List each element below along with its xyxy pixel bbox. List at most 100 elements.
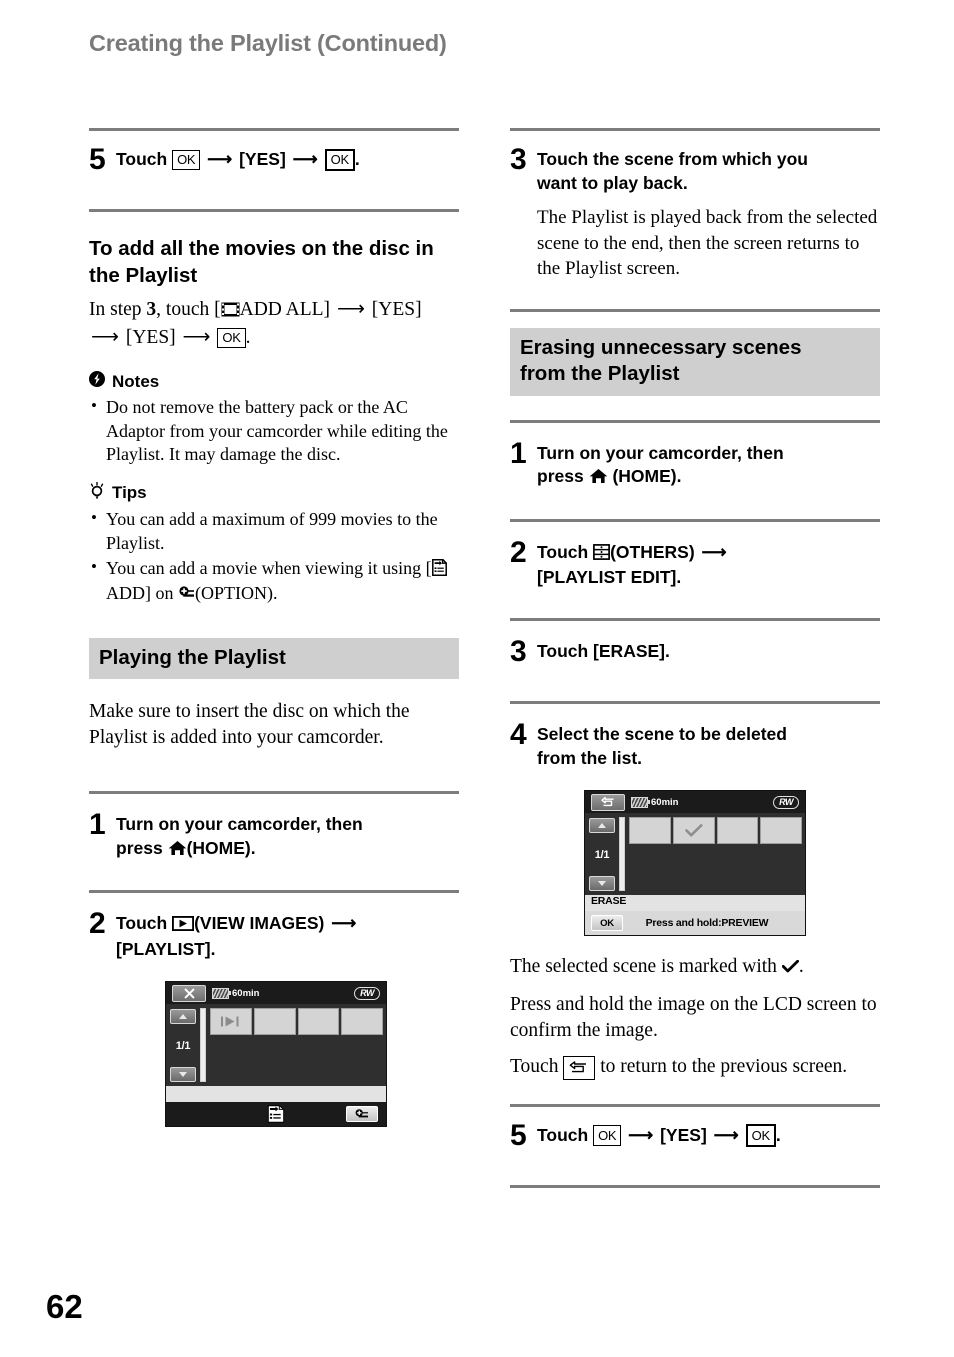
battery-time: 60min	[232, 987, 260, 999]
scroll-up-button[interactable]	[170, 1009, 196, 1025]
thumbnail-3[interactable]	[716, 817, 759, 845]
playlist-edit-label: [PLAYLIST EDIT].	[537, 567, 682, 588]
check-icon	[781, 956, 799, 982]
battery-icon	[212, 987, 231, 999]
section-heading-line-2: from the Playlist	[520, 362, 680, 386]
yes-label: [YES]	[371, 299, 422, 321]
film-strip-icon	[221, 299, 240, 325]
add-all-label: ADD ALL]	[239, 299, 331, 321]
scroll-up-button[interactable]	[589, 818, 615, 834]
period: .	[245, 327, 251, 349]
battery-indicator: 60min	[212, 987, 260, 999]
thumbnail-2-selected[interactable]	[672, 817, 715, 845]
step-number: 3	[510, 143, 527, 176]
erase-mode-label: ERASE	[591, 895, 627, 908]
tips-heading: Tips	[89, 482, 459, 504]
note-period: .	[798, 956, 804, 978]
close-icon[interactable]	[172, 984, 206, 1002]
step-line-1: Touch the scene from which you	[537, 149, 808, 169]
page-number: 62	[46, 1288, 83, 1325]
list-item: Do not remove the battery pack or the AC…	[89, 395, 459, 466]
thumbnail-3[interactable]	[297, 1008, 340, 1036]
left-column: 5 Touch OK ⟶ [YES] ⟶ OK. To add all the …	[89, 128, 459, 1128]
thumbnail-4[interactable]	[760, 817, 802, 845]
tips-label: Tips	[112, 483, 147, 503]
note-text: The selected scene is marked with	[510, 956, 782, 978]
option-icon	[178, 584, 195, 607]
option-button[interactable]	[346, 1106, 378, 1123]
step-line-2-post: (HOME).	[186, 837, 256, 858]
thumbnail-4[interactable]	[341, 1008, 383, 1036]
ok-button-icon: OK	[172, 149, 201, 170]
step-text: Touch (OTHERS) ⟶ [PLAYLIST EDIT].	[537, 536, 729, 590]
scrollbar[interactable]	[619, 817, 625, 892]
tip-text-add: ADD] on	[106, 583, 178, 604]
lcd-nav-column: 1/1	[166, 1008, 200, 1086]
playlist-icon[interactable]	[267, 1105, 285, 1124]
step-4-select-scene: 4 Select the scene to be deleted from th…	[510, 718, 880, 770]
notes-list: Do not remove the battery pack or the AC…	[89, 395, 459, 466]
subsection-heading: To add all the movies on the disc in the…	[89, 237, 434, 287]
step-number: 1	[510, 436, 527, 470]
step-number: 2	[89, 907, 106, 941]
lcd-screen-playlist: 60min RW 1/1	[165, 981, 387, 1128]
yes-label: [YES]	[125, 327, 176, 349]
return-button-icon	[563, 1056, 596, 1080]
lcd-nav-column: 1/1	[585, 817, 619, 895]
battery-time: 60min	[651, 796, 679, 808]
ok-button[interactable]: OK	[591, 915, 623, 932]
page-title: Creating the Playlist (Continued)	[89, 30, 447, 56]
section-heading-erasing-scenes: Erasing unnecessary scenes from the Play…	[510, 328, 880, 396]
return-icon[interactable]	[591, 793, 625, 811]
in-step-text: In step	[89, 299, 147, 321]
lcd-illustration-wrapper-left: 60min RW 1/1	[89, 981, 459, 1128]
home-icon	[589, 467, 608, 491]
scroll-down-button[interactable]	[170, 1067, 196, 1083]
lcd-thumbnail-area: 1/1	[585, 813, 805, 895]
step-text: Turn on your camcorder, then press (HOME…	[116, 808, 363, 862]
lcd-bottom-bar	[166, 1102, 386, 1127]
step-3-touch-scene: 3 Touch the scene from which you want to…	[510, 143, 880, 195]
add-movie-icon	[431, 559, 447, 582]
step-line-2-pre: press	[537, 466, 589, 487]
thumbnail-2[interactable]	[253, 1008, 296, 1036]
step-text: Touch the scene from which you want to p…	[537, 143, 808, 195]
tip-text-pre: You can add a movie when viewing it usin…	[106, 558, 432, 579]
thumbnail-row	[629, 817, 805, 895]
thumbnail-1[interactable]	[629, 817, 671, 845]
step-number: 4	[510, 718, 527, 752]
yes-label: [YES]	[239, 149, 286, 169]
arrow-icon: ⟶	[628, 1124, 654, 1145]
list-item: You can add a maximum of 999 movies to t…	[89, 507, 459, 555]
step-1-turn-on-camcorder: 1 Turn on your camcorder, then press (HO…	[89, 808, 459, 862]
home-icon	[168, 839, 187, 863]
page-indicator: 1/1	[175, 1039, 191, 1052]
lcd-status-bar: 60min RW	[585, 791, 805, 814]
step-text: Turn on your camcorder, then press (HOME…	[537, 437, 784, 491]
notes-label: Notes	[112, 371, 160, 391]
view-images-icon	[172, 914, 195, 938]
yes-label: [YES]	[660, 1124, 707, 1145]
scrollbar[interactable]	[200, 1008, 206, 1083]
step-line-1: Select the scene to be deleted	[537, 724, 787, 745]
ok-button-icon: OK	[217, 327, 246, 349]
arrow-icon: ⟶	[182, 326, 211, 349]
scroll-down-button[interactable]	[589, 876, 615, 892]
notes-icon	[89, 371, 105, 392]
page-indicator: 1/1	[594, 848, 610, 861]
step-number: 3	[510, 635, 527, 669]
touch-label: Touch	[116, 149, 168, 169]
disc-type-badge: RW	[354, 986, 380, 1000]
right-column: 3 Touch the scene from which you want to…	[510, 128, 880, 1188]
check-icon	[684, 823, 703, 837]
step-line-2-pre: press	[116, 837, 168, 858]
others-icon	[593, 543, 611, 567]
battery-icon	[631, 796, 650, 808]
thumbnail-1[interactable]	[210, 1008, 252, 1036]
tip-text-post: (OPTION).	[195, 583, 278, 604]
list-item: You can add a movie when viewing it usin…	[89, 556, 459, 608]
divider	[510, 1184, 880, 1188]
lcd-screen-erase: 60min RW 1/1 ERASE OK Press and hold:PRE…	[584, 790, 806, 937]
step-line-2-post: (HOME).	[612, 466, 682, 487]
step-line-2: from the list.	[537, 747, 643, 768]
